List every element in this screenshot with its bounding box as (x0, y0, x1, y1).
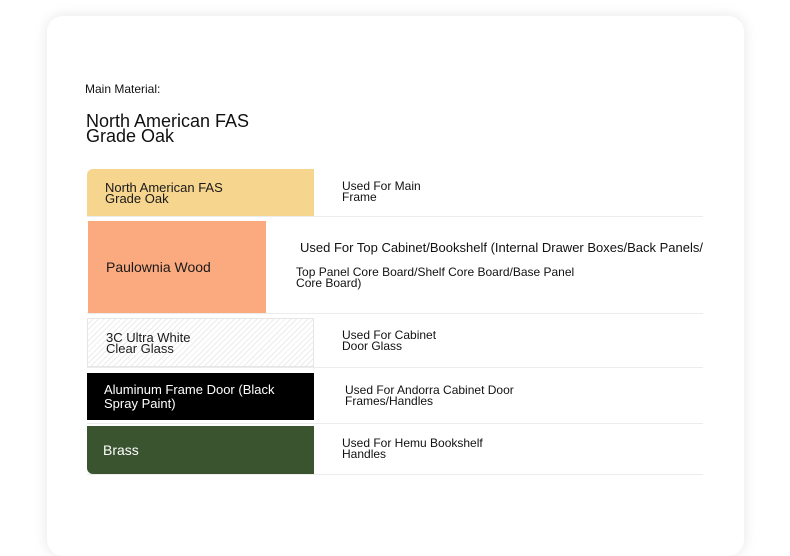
material-name: 3C Ultra White Clear Glass (106, 329, 191, 356)
material-use-text: Used For Main Frame (342, 179, 421, 204)
material-use-text: Used For Cabinet Door Glass (342, 327, 437, 353)
material-swatch: Aluminum Frame Door (Black Spray Paint) (87, 373, 314, 420)
material-swatch: 3C Ultra White Clear Glass (87, 318, 314, 367)
material-row: Aluminum Frame Door (Black Spray Paint) … (87, 368, 703, 424)
material-swatch: Brass (87, 426, 314, 474)
material-name: Brass (103, 441, 139, 458)
material-use: Used For Top Cabinet/Bookshelf (Internal… (266, 217, 703, 313)
material-row: Brass Used For Hemu Bookshelf Handles (87, 424, 703, 475)
material-use-line2: Top Panel Core Board/Shelf Core Board/Ba… (296, 264, 575, 290)
material-use: Used For Cabinet Door Glass (314, 314, 703, 367)
material-use: Used For Hemu Bookshelf Handles (314, 424, 703, 474)
main-material-label: Main Material: (85, 82, 161, 96)
materials-table: North American FAS Grade Oak Used For Ma… (87, 168, 703, 475)
material-name: Aluminum Frame Door (Black Spray Paint) (104, 381, 275, 411)
material-use-text: Used For Andorra Cabinet Door Frames/Han… (345, 382, 514, 408)
material-swatch: North American FAS Grade Oak (87, 169, 314, 216)
material-name: Paulownia Wood (106, 258, 211, 275)
material-swatch: Paulownia Wood (88, 221, 267, 313)
material-row: Paulownia Wood Used For Top Cabinet/Book… (87, 217, 703, 314)
main-material-value: North American FAS Grade Oak (86, 111, 250, 146)
material-name: North American FAS Grade Oak (105, 179, 223, 206)
material-use: Used For Main Frame (314, 168, 703, 216)
material-use: Used For Andorra Cabinet Door Frames/Han… (314, 368, 703, 423)
material-row: North American FAS Grade Oak Used For Ma… (87, 168, 703, 217)
material-row: 3C Ultra White Clear Glass Used For Cabi… (87, 314, 703, 368)
material-use-line1: Used For Top Cabinet/Bookshelf (Internal… (300, 239, 703, 255)
material-use-text: Used For Hemu Bookshelf Handles (342, 436, 483, 461)
